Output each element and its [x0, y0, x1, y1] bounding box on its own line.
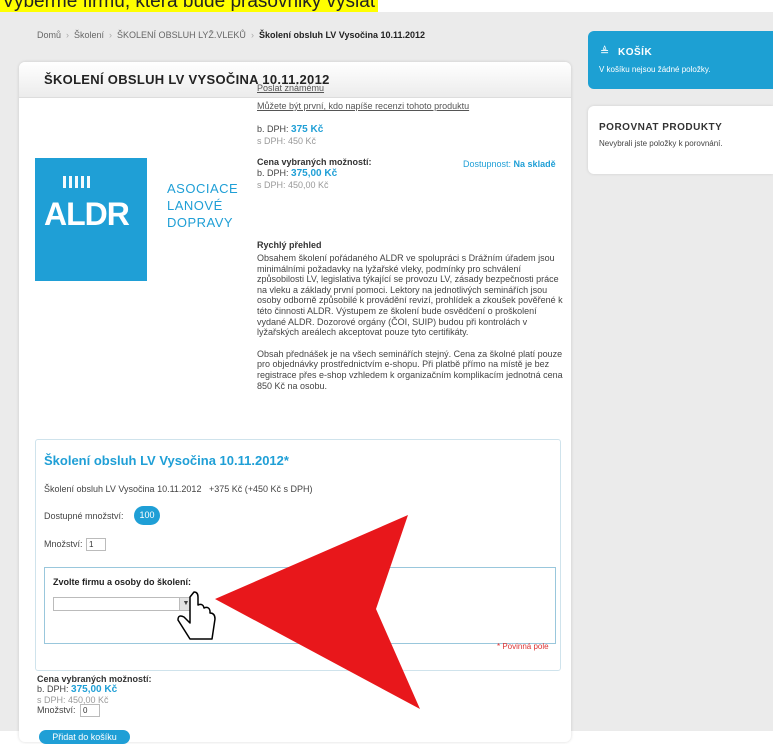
page: Domů › Školení › ŠKOLENÍ OBSLUH LYŽ.VLEKŮ › Šk…	[0, 12, 773, 744]
instruction-text: Vyberme firmu, ktera bude prasovniky vys…	[2, 0, 376, 12]
red-arrow-annotation	[215, 515, 420, 709]
add-to-cart-button[interactable]: Přidat do košíku	[39, 730, 130, 744]
hand-cursor-icon	[177, 591, 216, 640]
annotation-overlay	[177, 515, 420, 709]
instruction-banner: Vyberme firmu, ktera bude prasovniky vys…	[0, 0, 378, 12]
